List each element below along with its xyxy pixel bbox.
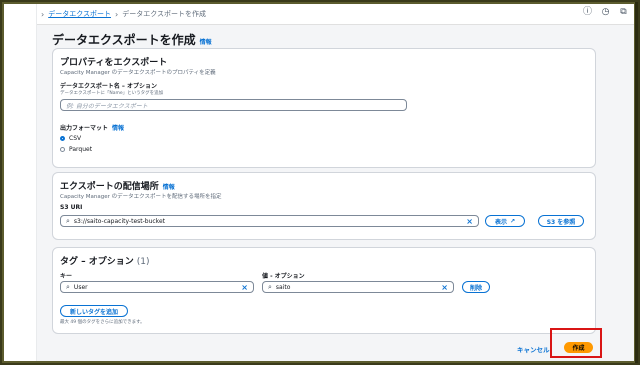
tags-count: (1) — [136, 257, 150, 267]
tag-value-input[interactable]: ⌕ saito × — [262, 281, 454, 293]
properties-title: プロパティをエクスポート — [60, 58, 168, 68]
clear-icon[interactable]: × — [241, 282, 248, 293]
main-content: › データエクスポート › データエクスポートを作成 ⓘ ◷ ⧉ データエクスポ… — [37, 4, 634, 361]
delivery-description: Capacity Manager のデータエクスポートを配信する場所を指定 — [60, 194, 222, 200]
clock-icon[interactable]: ◷ — [601, 8, 610, 17]
page-info-link[interactable]: 情報 — [200, 37, 212, 46]
output-format-label: 出力フォーマット 情報 — [60, 123, 124, 132]
search-icon: ⌕ — [66, 216, 70, 225]
export-name-label: データエクスポート名 – オプション — [60, 83, 157, 90]
format-option-parquet: Parquet — [69, 146, 93, 153]
delivery-info-link[interactable]: 情報 — [163, 182, 175, 191]
output-format-label-text: 出力フォーマット — [60, 125, 109, 132]
tag-key-value: User — [73, 283, 88, 291]
export-properties-panel: プロパティをエクスポート Capacity Manager のデータエクスポート… — [52, 48, 596, 168]
chevron-right-icon: › — [115, 9, 119, 19]
search-icon: ⌕ — [66, 282, 70, 291]
browse-s3-button[interactable]: S3 を参照 — [538, 215, 584, 227]
output-format-info-link[interactable]: 情報 — [112, 123, 124, 132]
top-utility-icons: ⓘ ◷ ⧉ — [583, 8, 628, 17]
tags-title-text: タグ – オプション — [60, 257, 134, 267]
s3-uri-label: S3 URI — [60, 204, 83, 211]
chevron-right-icon: › — [41, 9, 45, 19]
s3-uri-value: s3://saito-capacity-test-bucket — [73, 217, 165, 225]
clear-icon[interactable]: × — [441, 282, 448, 293]
highlight-box — [550, 328, 602, 358]
side-navigation-collapsed — [4, 4, 37, 361]
tag-value-label: 値 - オプション — [262, 273, 305, 280]
remove-tag-button[interactable]: 削除 — [462, 281, 490, 293]
breadcrumb-current: データエクスポートを作成 — [122, 10, 206, 18]
delivery-title: エクスポートの配信場所 情報 — [60, 179, 175, 192]
radio-unselected-icon — [60, 147, 65, 152]
format-radio-csv[interactable]: CSV — [60, 135, 81, 142]
info-circle-icon[interactable]: ⓘ — [583, 8, 592, 17]
s3-uri-input[interactable]: ⌕ s3://saito-capacity-test-bucket × — [60, 215, 479, 227]
breadcrumb-bar: › データエクスポート › データエクスポートを作成 ⓘ ◷ ⧉ — [37, 4, 634, 25]
view-button-label: 表示 — [494, 218, 507, 226]
clear-icon[interactable]: × — [466, 216, 473, 227]
tag-key-input[interactable]: ⌕ User × — [60, 281, 254, 293]
format-radio-parquet[interactable]: Parquet — [60, 146, 92, 153]
properties-description: Capacity Manager のデータエクスポートのプロパティを定義 — [60, 70, 216, 76]
external-panel-icon[interactable]: ⧉ — [619, 8, 628, 17]
page-title: データエクスポートを作成 情報 — [52, 31, 212, 48]
page-title-text: データエクスポートを作成 — [52, 33, 196, 47]
delivery-title-text: エクスポートの配信場所 — [60, 182, 159, 192]
tag-value-value: saito — [275, 283, 291, 291]
tags-limit-hint: 最大 49 個のタグをさらに追加できます。 — [60, 320, 145, 325]
export-name-input[interactable]: 例: 自分のデータエクスポート — [60, 99, 407, 111]
tag-key-label: キー — [60, 273, 73, 280]
tags-title: タグ – オプション (1) — [60, 254, 150, 267]
breadcrumb-data-export-link[interactable]: データエクスポート — [48, 9, 111, 19]
external-link-icon: ↗ — [509, 217, 516, 225]
export-name-placeholder: 例: 自分のデータエクスポート — [66, 102, 148, 110]
export-name-hint: データエクスポートに「Name」というタグを追加 — [60, 91, 164, 96]
radio-selected-icon — [60, 136, 65, 141]
format-option-csv: CSV — [69, 135, 82, 142]
view-button[interactable]: 表示 ↗ — [485, 215, 525, 227]
cancel-button[interactable]: キャンセル — [517, 344, 550, 354]
add-tag-button[interactable]: 新しいタグを追加 — [60, 305, 128, 317]
export-delivery-panel: エクスポートの配信場所 情報 Capacity Manager のデータエクスポ… — [52, 172, 596, 240]
right-edge — [635, 2, 638, 363]
search-icon: ⌕ — [268, 282, 272, 291]
tags-panel: タグ – オプション (1) キー 値 - オプション ⌕ User × ⌕ s… — [52, 247, 596, 334]
